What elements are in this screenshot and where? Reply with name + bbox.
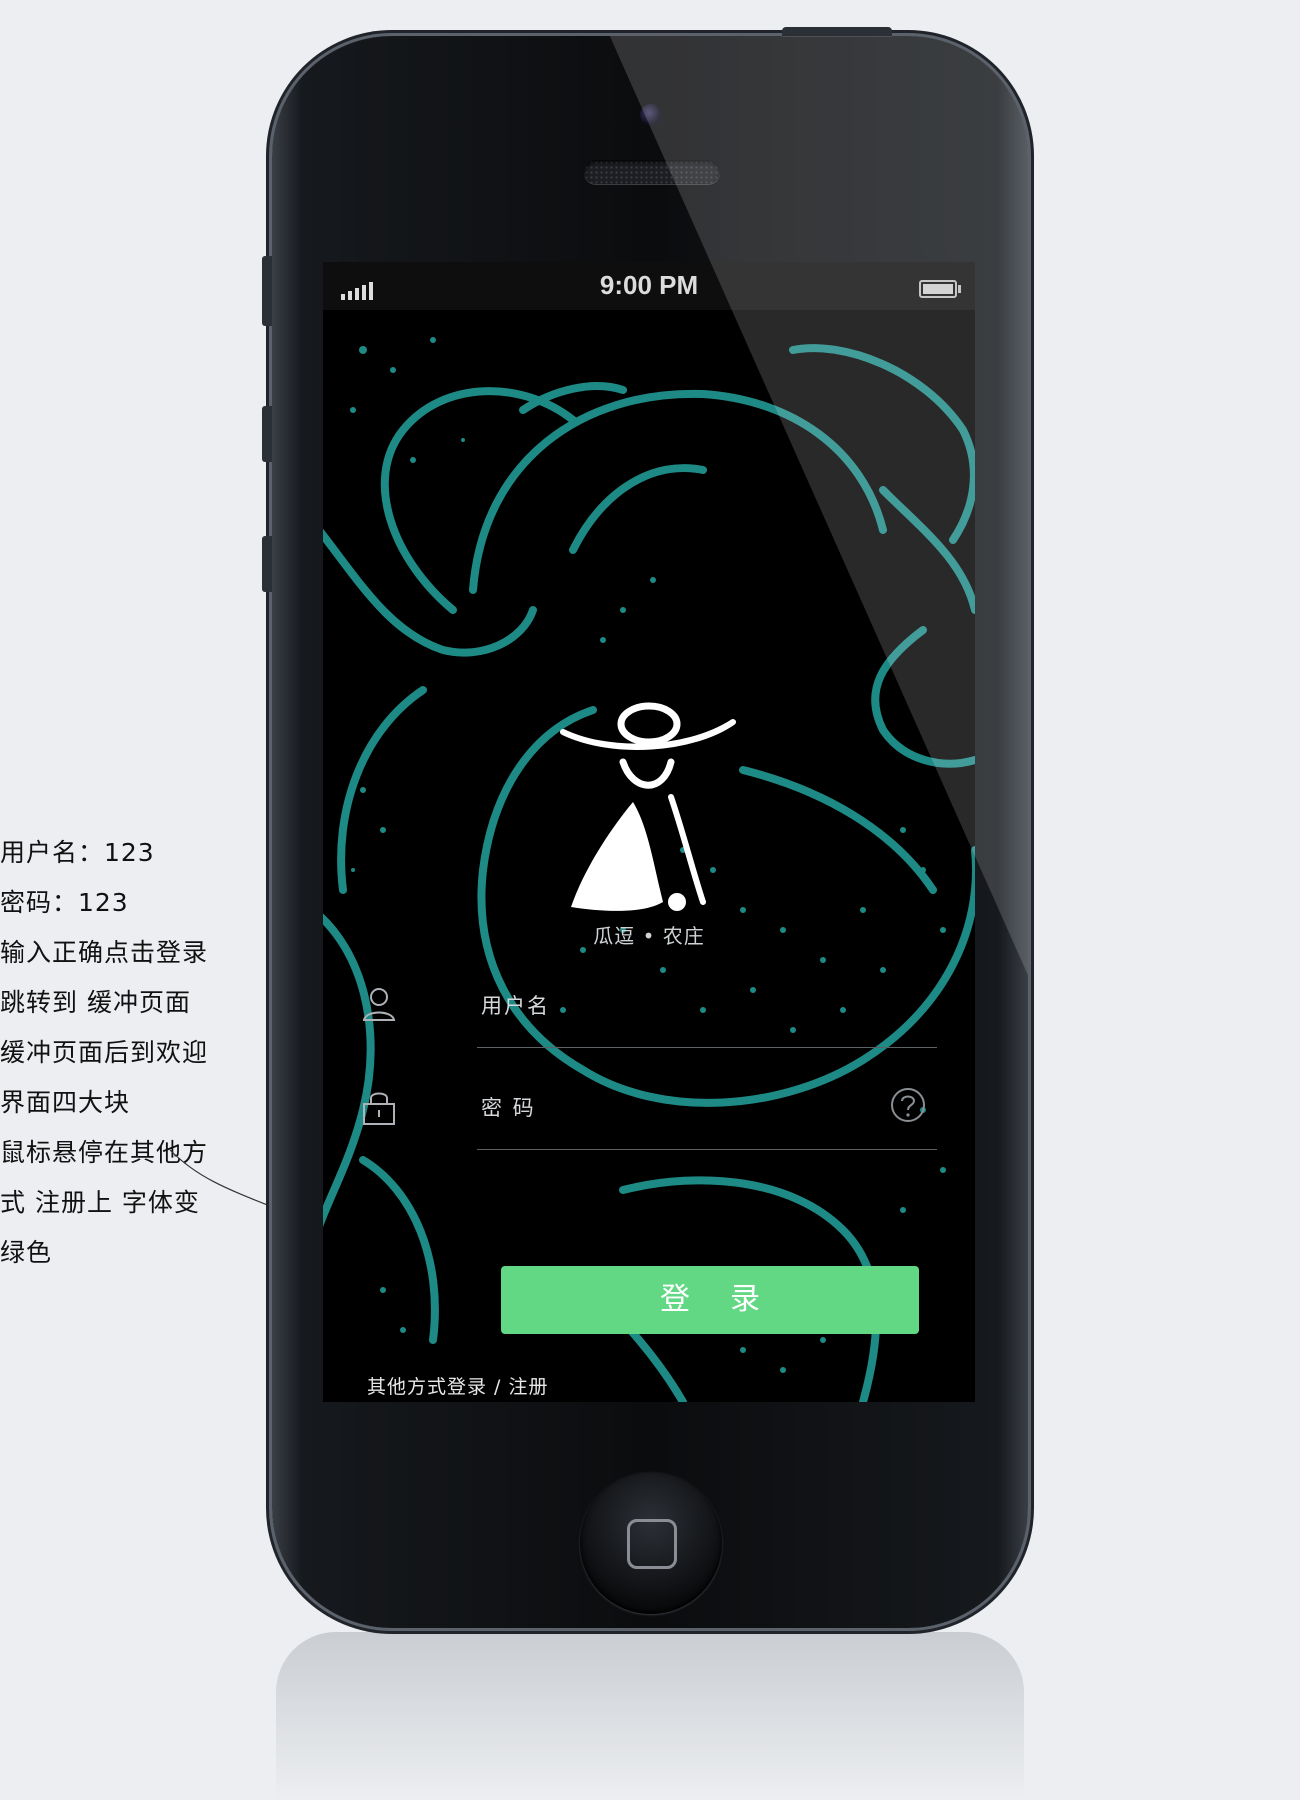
username-field[interactable]: 用户名 xyxy=(361,966,937,1052)
username-placeholder: 用户名 xyxy=(481,994,550,1018)
note-line: 跳转到 缓冲页面 xyxy=(0,988,191,1017)
volume-down-button xyxy=(262,536,272,592)
status-bar: 9:00 PM xyxy=(323,262,975,310)
home-square-icon xyxy=(627,1519,677,1569)
home-button[interactable] xyxy=(580,1472,722,1614)
front-camera xyxy=(640,104,662,126)
user-icon xyxy=(362,988,396,1021)
note-line: 绿色 xyxy=(0,1238,53,1267)
note-line: 鼠标悬停在其他方 xyxy=(0,1138,209,1167)
password-placeholder: 密 码 xyxy=(481,1096,536,1120)
note-line: 界面四大块 xyxy=(0,1088,131,1117)
volume-up-button xyxy=(262,406,272,462)
other-login-register-link[interactable]: 其他方式登录 / 注册 xyxy=(367,1372,548,1399)
app-screen: 9:00 PM 瓜逗 • 农庄 用户名 密 码 登录 其他方式登录 / 注册 xyxy=(323,262,975,1402)
brand-name: 瓜逗 • 农庄 xyxy=(593,924,705,948)
phone-reflection xyxy=(276,1632,1024,1800)
battery-icon xyxy=(919,280,961,298)
mute-switch xyxy=(262,256,272,326)
power-button xyxy=(782,27,892,37)
note-line: 式 注册上 字体变 xyxy=(0,1188,200,1217)
status-time: 9:00 PM xyxy=(599,270,699,300)
password-underline xyxy=(477,1149,937,1150)
note-line: 用户名：123 xyxy=(0,838,155,867)
note-line: 密码：123 xyxy=(0,888,129,917)
farm-logo xyxy=(560,702,736,911)
phone-frame: 9:00 PM 瓜逗 • 农庄 用户名 密 码 登录 其他方式登录 / 注册 xyxy=(262,27,1028,1628)
note-line: 缓冲页面后到欢迎 xyxy=(0,1038,209,1067)
help-icon[interactable] xyxy=(889,1086,927,1124)
password-field[interactable]: 密 码 xyxy=(361,1068,937,1154)
note-line: 输入正确点击登录 xyxy=(0,938,209,967)
login-button[interactable]: 登录 xyxy=(501,1266,919,1334)
username-underline xyxy=(477,1047,937,1048)
earpiece-speaker xyxy=(584,160,720,184)
design-notes: 用户名：123 密码：123 输入正确点击登录 跳转到 缓冲页面 缓冲页面后到欢… xyxy=(0,828,270,1278)
lock-icon xyxy=(363,1092,395,1125)
